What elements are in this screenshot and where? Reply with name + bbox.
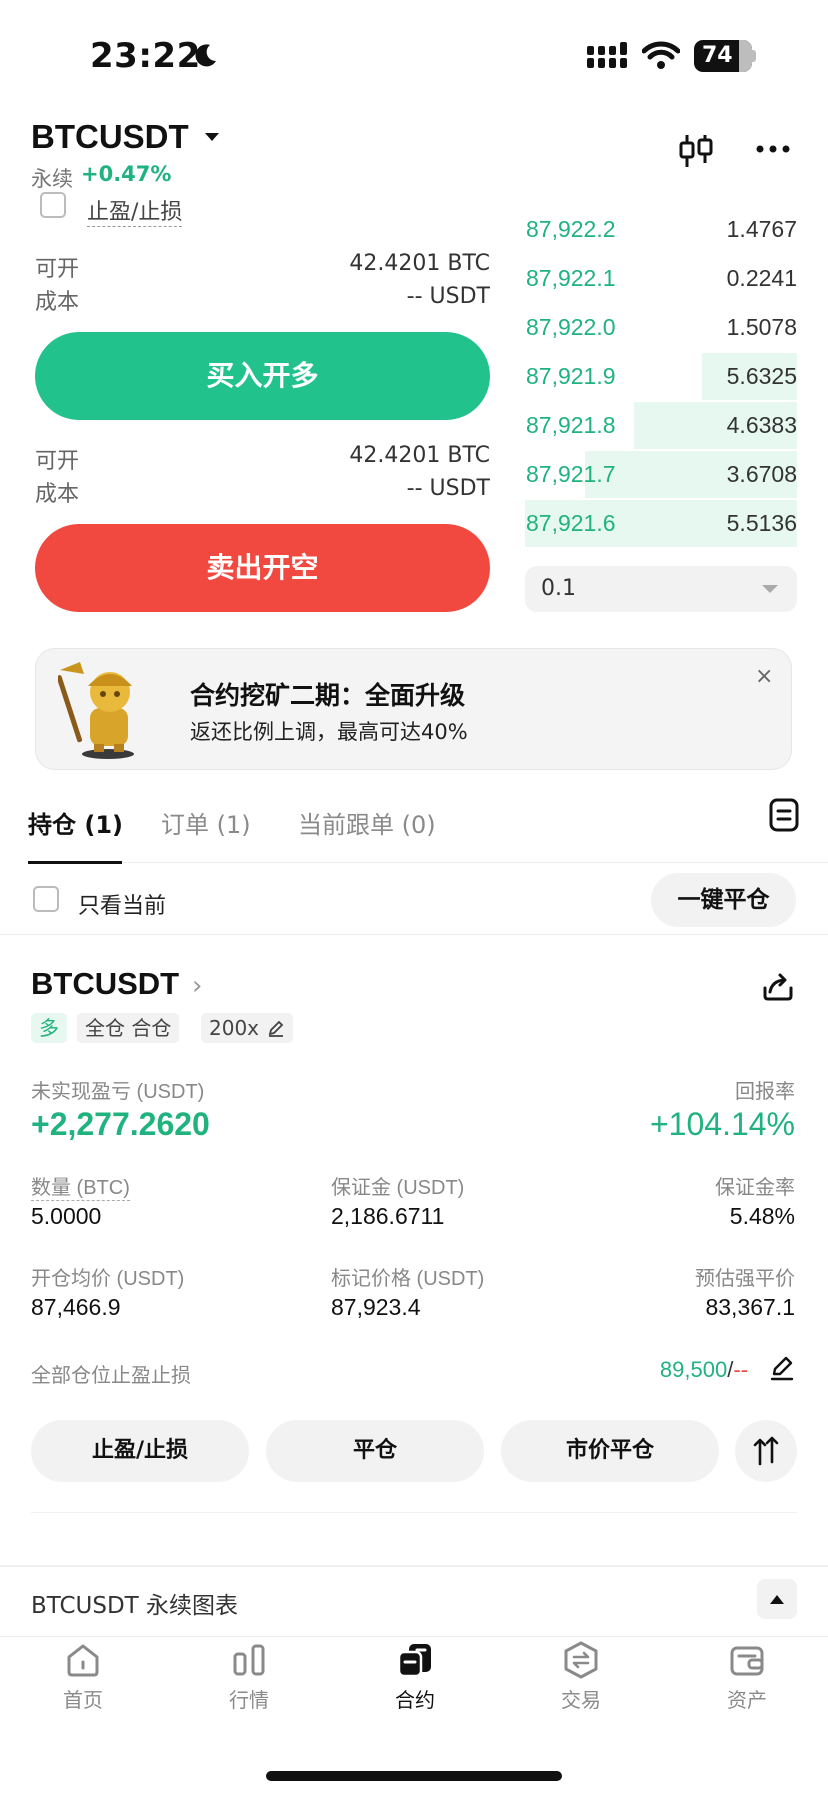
buy-long-button[interactable]: 买入开多 [35,332,490,420]
short-cost-label: 成本 [35,482,80,507]
divider [31,1512,797,1513]
liq-price-label: 预估强平价 [695,1268,795,1290]
orderbook-row[interactable]: 87,921.7 3.6708 [525,451,797,498]
home-indicator [266,1771,562,1781]
close-icon[interactable]: × [755,664,773,689]
tp-value: 89,500 [659,1357,728,1382]
orderbook-row[interactable]: 87,921.6 5.5136 [525,500,797,547]
mark-price-value: 87,923.4 [331,1294,421,1320]
divider [0,1565,828,1567]
tabs-divider [28,862,828,863]
candlestick-chart-icon[interactable] [678,133,714,169]
margin-mode-tag: 全仓 合仓 [77,1013,180,1043]
close-position-button[interactable]: 平仓 [266,1420,484,1482]
active-tab-indicator [28,861,122,864]
pnl-label: 未实现盈亏 (USDT) [31,1081,205,1103]
orderbook-row[interactable]: 87,922.0 1.5078 [525,304,797,351]
unrealized-pnl: +2,277.2620 [31,1106,210,1142]
chart-section-title[interactable]: BTCUSDT 永续图表 [31,1586,238,1620]
only-current-checkbox[interactable] [33,886,59,912]
sl-value: -- [733,1357,748,1382]
tpsl-button[interactable]: 止盈/止损 [31,1420,249,1482]
nav-trade[interactable]: 交易 [498,1640,664,1713]
tpsl-all-label: 全部仓位止盈止损 [31,1365,191,1387]
triangle-up-icon [770,1595,784,1604]
swap-arrows-icon [753,1436,779,1466]
margin-ratio-value: 5.48% [729,1203,795,1229]
banner-subtitle: 返还比例上调，最高可达40% [190,720,468,744]
orderbook-row[interactable]: 87,921.8 4.6383 [525,402,797,449]
wifi-icon [642,41,680,69]
entry-price-value: 87,466.9 [31,1294,121,1320]
mark-price-label: 标记价格 (USDT) [331,1268,485,1290]
long-cost-value: -- USDT [406,284,490,309]
document-icon[interactable] [769,798,799,832]
orderbook-row[interactable]: 87,921.9 5.6325 [525,353,797,400]
only-current-label[interactable]: 只看当前 [78,888,166,920]
cellular-signal-icon [587,42,627,68]
tpsl-checkbox[interactable] [40,192,66,218]
more-icon[interactable] [756,145,790,153]
reverse-position-button[interactable] [735,1420,797,1482]
symbol-selector[interactable]: BTCUSDT [31,118,189,156]
tab-copy-trades[interactable]: 当前跟单 (0) [298,805,436,840]
side-tag: 多 [31,1013,67,1043]
caret-down-icon[interactable] [762,585,778,593]
nav-futures[interactable]: 合约 [332,1640,498,1713]
moon-icon [195,44,216,67]
leverage-value: 200x [209,1016,260,1040]
short-available-label: 可开 [35,449,80,474]
market-close-button[interactable]: 市价平仓 [501,1420,719,1482]
home-icon [67,1644,99,1677]
short-cost-value: -- USDT [406,476,490,501]
futures-icon [397,1644,431,1678]
banner-title: 合约挖矿二期：全面升级 [190,681,466,710]
tab-positions[interactable]: 持仓 (1) [28,805,123,840]
expand-chart-button[interactable] [757,1579,797,1619]
price-precision-select[interactable]: 0.1 [525,566,797,612]
roe-label: 回报率 [735,1081,795,1103]
sell-short-button[interactable]: 卖出开空 [35,524,490,612]
orderbook-row[interactable]: 87,922.2 1.4767 [525,206,797,253]
divider [0,934,828,935]
trade-exchange-icon [564,1641,598,1679]
caret-down-icon[interactable] [205,133,219,141]
tpsl-label[interactable]: 止盈/止损 [87,194,183,227]
contract-type: 永续 [31,167,73,191]
liq-price-value: 83,367.1 [705,1294,795,1320]
battery-tip [752,50,756,62]
edit-icon[interactable] [770,1355,794,1381]
wallet-icon [730,1646,764,1676]
margin-label: 保证金 (USDT) [331,1177,465,1199]
market-bars-icon [233,1644,265,1676]
leverage-tag[interactable]: 200x [201,1013,294,1043]
position-symbol[interactable]: BTCUSDT [31,966,179,1002]
battery-indicator: 74 [694,40,752,72]
margin-value: 2,186.6711 [331,1203,445,1229]
edit-icon[interactable] [267,1019,285,1037]
gold-mascot-illustration [58,662,134,759]
qty-label[interactable]: 数量 (BTC) [31,1171,130,1201]
tpsl-values[interactable]: 89,500/-- [660,1357,748,1383]
status-time: 23:22 [90,36,201,76]
nav-home[interactable]: 首页 [0,1640,166,1713]
margin-ratio-label: 保证金率 [715,1177,795,1199]
orderbook-row[interactable]: 87,922.1 0.2241 [525,255,797,302]
tab-orders[interactable]: 订单 (1) [161,805,251,840]
entry-price-label: 开仓均价 (USDT) [31,1268,185,1290]
chevron-right-icon[interactable]: › [192,971,202,1001]
short-available-value: 42.4201 BTC [349,443,490,468]
price-change: +0.47% [81,162,172,186]
qty-value: 5.0000 [31,1203,102,1229]
close-all-button[interactable]: 一键平仓 [651,873,796,927]
nav-assets[interactable]: 资产 [664,1640,828,1713]
long-available-value: 42.4201 BTC [349,251,490,276]
long-cost-label: 成本 [35,290,80,315]
share-icon[interactable] [762,970,794,1002]
nav-market[interactable]: 行情 [166,1640,332,1713]
roe-value: +104.14% [649,1106,795,1142]
long-available-label: 可开 [35,257,80,282]
